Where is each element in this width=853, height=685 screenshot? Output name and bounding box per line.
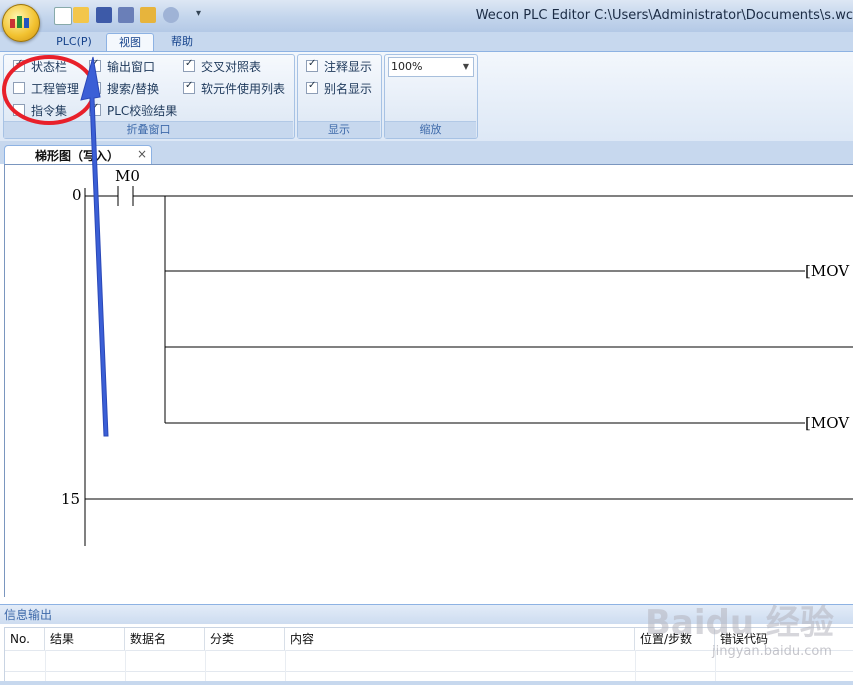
- annotation-arrow: [80, 56, 109, 437]
- watermark: Baidu 经验: [645, 603, 834, 643]
- app-logo-icon: [10, 16, 29, 28]
- watermark-url: jingyan.baidu.com: [712, 644, 832, 659]
- app-menu-button[interactable]: [2, 4, 40, 42]
